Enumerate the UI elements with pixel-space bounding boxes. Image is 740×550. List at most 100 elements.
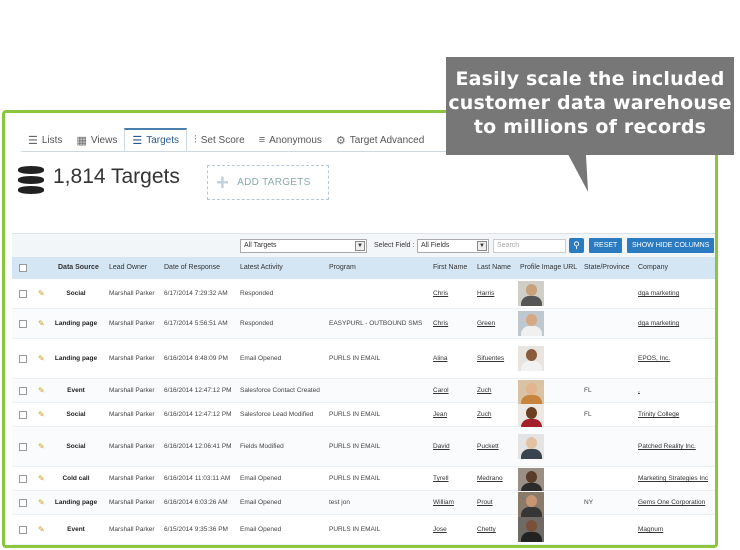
avatar-head <box>526 471 537 483</box>
tab-views[interactable]: ▦ Views <box>69 128 124 152</box>
pencil-icon[interactable]: ✎ <box>38 319 45 328</box>
cell-first-name-link[interactable]: Tyrell <box>433 475 449 482</box>
table-row[interactable]: ✎ Social Marshall Parker 6/16/2014 12:06:41… <box>12 427 715 467</box>
cell-last-name-link[interactable]: Zuch <box>477 411 491 418</box>
avatar-head <box>526 407 537 419</box>
tab-targets[interactable]: ☰ Targets <box>124 128 188 152</box>
cell-company-link[interactable]: Trinity College <box>638 411 679 418</box>
cell-lead-owner: Marshall Parker <box>109 475 155 482</box>
cell-last-name-link[interactable]: Harris <box>477 290 494 297</box>
cell-first-name-link[interactable]: Jose <box>433 526 447 533</box>
cell-date: 6/16/2014 6:03:26 AM <box>164 499 228 506</box>
select-field-label: Select Field : <box>374 242 415 249</box>
col-program[interactable]: Program <box>329 264 356 271</box>
table-row[interactable]: ✎ Social Marshall Parker 6/17/2014 7:29:32 … <box>12 279 715 309</box>
col-company[interactable]: Company <box>638 264 668 271</box>
pencil-icon[interactable]: ✎ <box>38 525 45 534</box>
row-checkbox[interactable] <box>19 320 27 328</box>
cell-last-name-link[interactable]: Puckett <box>477 443 499 450</box>
callout-line-3: to millions of records <box>473 116 707 138</box>
pencil-icon[interactable]: ✎ <box>38 410 45 419</box>
col-profile-image-url[interactable]: Profile Image URL <box>520 264 577 271</box>
tab-set-score[interactable]: ⫶ Set Score <box>187 128 252 152</box>
tab-lists[interactable]: ☰ Lists <box>21 128 69 152</box>
cell-first-name-link[interactable]: Carol <box>433 387 449 394</box>
cell-date: 6/17/2014 5:56:51 AM <box>164 320 228 327</box>
plus-icon: + <box>216 169 230 195</box>
cell-company-link[interactable]: dga marketing <box>638 320 679 327</box>
table-row[interactable]: ✎ Landing page Marshall Parker 6/16/2014 6:… <box>12 491 715 517</box>
col-latest-activity[interactable]: Latest Activity <box>240 264 283 271</box>
cell-program: PURLS IN EMAIL <box>329 355 381 362</box>
col-first-name[interactable]: First Name <box>433 264 467 271</box>
pencil-icon[interactable]: ✎ <box>38 474 45 483</box>
row-checkbox[interactable] <box>19 526 27 534</box>
reset-button[interactable]: RESET <box>589 238 623 253</box>
row-checkbox[interactable] <box>19 355 27 363</box>
col-data-source[interactable]: Data Source <box>58 264 99 271</box>
table-toolbar: All Targets ▼ Select Field : All Fields … <box>12 233 715 257</box>
select-all-checkbox[interactable] <box>19 264 27 272</box>
tab-target-advanced[interactable]: ⚙ Target Advanced <box>329 128 431 152</box>
add-targets-button[interactable]: + ADD TARGETS <box>207 165 329 200</box>
pencil-icon[interactable]: ✎ <box>38 386 45 395</box>
view-select[interactable]: All Targets ▼ <box>240 239 367 253</box>
table-row[interactable]: ✎ Event Marshall Parker 6/15/2014 9:35:36 P… <box>12 515 715 545</box>
cell-last-name-link[interactable]: Chetty <box>477 526 496 533</box>
cell-first-name-link[interactable]: William <box>433 499 454 506</box>
cell-company-link[interactable]: dga marketing <box>638 290 679 297</box>
cell-last-name-link[interactable]: Sifuentes <box>477 355 504 362</box>
cell-lead-owner: Marshall Parker <box>109 411 155 418</box>
cell-company-link[interactable]: EPOS, Inc. <box>638 355 670 362</box>
row-checkbox[interactable] <box>19 499 27 507</box>
show-hide-columns-button[interactable]: SHOW HIDE COLUMNS <box>627 238 715 253</box>
col-state-province[interactable]: State/Province <box>584 264 630 271</box>
avatar <box>518 434 544 459</box>
cell-first-name-link[interactable]: Chris <box>433 320 448 327</box>
pencil-icon[interactable]: ✎ <box>38 498 45 507</box>
row-checkbox[interactable] <box>19 443 27 451</box>
search-input[interactable]: Search <box>493 239 566 253</box>
cell-company-link[interactable]: Patched Reality Inc. <box>638 443 696 450</box>
anonymous-icon: ≡ <box>258 134 266 146</box>
row-checkbox[interactable] <box>19 290 27 298</box>
search-icon: ⚲ <box>573 240 580 250</box>
col-last-name[interactable]: Last Name <box>477 264 511 271</box>
row-checkbox[interactable] <box>19 475 27 483</box>
table-row[interactable]: ✎ Landing page Marshall Parker 6/17/2014 5:… <box>12 309 715 339</box>
col-date-of-response[interactable]: Date of Response <box>164 264 220 271</box>
pencil-icon[interactable]: ✎ <box>38 289 45 298</box>
table-row[interactable]: ✎ Cold call Marshall Parker 6/16/2014 11:03… <box>12 467 715 493</box>
table-row[interactable]: ✎ Landing page Marshall Parker 6/16/2014 8:… <box>12 339 715 379</box>
pencil-icon[interactable]: ✎ <box>38 442 45 451</box>
field-select[interactable]: All Fields ▼ <box>417 239 489 253</box>
tab-anonymous[interactable]: ≡ Anonymous <box>252 128 329 152</box>
cell-activity: Salesforce Contact Created <box>240 387 320 394</box>
col-lead-owner[interactable]: Lead Owner <box>109 264 147 271</box>
database-icon <box>18 166 46 198</box>
row-checkbox[interactable] <box>19 411 27 419</box>
cell-company-link[interactable]: Magnum <box>638 526 663 533</box>
pencil-icon[interactable]: ✎ <box>38 354 45 363</box>
cell-company-link[interactable]: Marketing Strategies Inc <box>638 475 708 482</box>
table-row[interactable]: ✎ Social Marshall Parker 6/16/2014 12:47:12… <box>12 403 715 429</box>
cell-state: FL <box>584 387 592 394</box>
search-button[interactable]: ⚲ <box>569 238 584 253</box>
cell-last-name-link[interactable]: Prout <box>477 499 493 506</box>
cell-first-name-link[interactable]: Jean <box>433 411 447 418</box>
cell-company-link[interactable]: , <box>638 387 640 394</box>
row-checkbox[interactable] <box>19 387 27 395</box>
cell-first-name-link[interactable]: David <box>433 443 450 450</box>
promo-callout: Easily scale the included customer data … <box>446 57 734 155</box>
cell-last-name-link[interactable]: Zuch <box>477 387 491 394</box>
cell-company-link[interactable]: Gems One Corporation <box>638 499 705 506</box>
cell-last-name-link[interactable]: Green <box>477 320 495 327</box>
avatar-body <box>521 361 542 371</box>
tab-label: Lists <box>41 134 63 146</box>
cell-first-name-link[interactable]: Chris <box>433 290 448 297</box>
cell-activity: Fields Modified <box>240 443 284 450</box>
cell-activity: Email Opened <box>240 475 282 482</box>
cell-last-name-link[interactable]: Medrano <box>477 475 503 482</box>
table-row[interactable]: ✎ Event Marshall Parker 6/16/2014 12:47:12 … <box>12 379 715 405</box>
cell-first-name-link[interactable]: Alina <box>433 355 447 362</box>
